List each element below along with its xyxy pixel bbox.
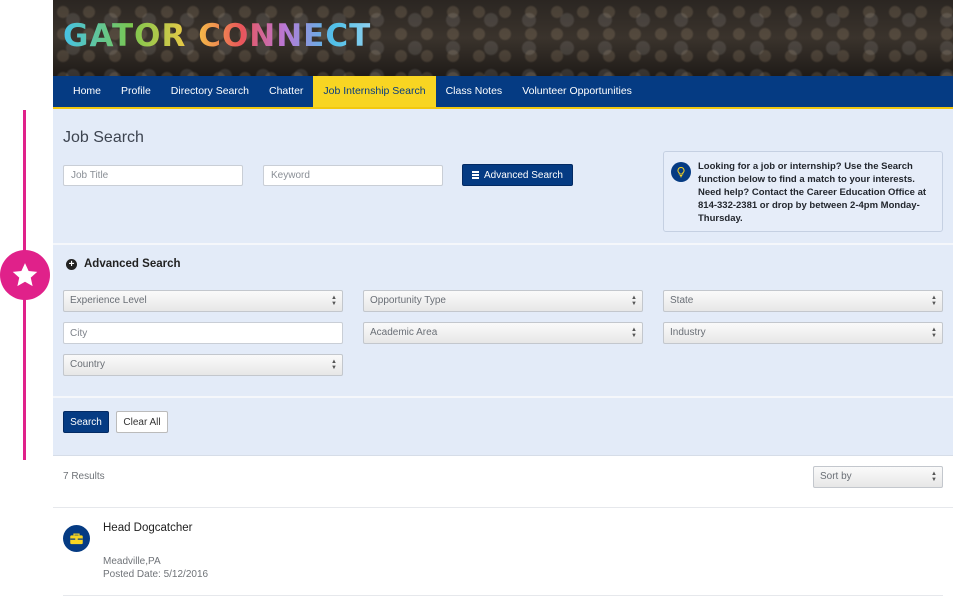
nav-item-directory-search[interactable]: Directory Search xyxy=(161,76,259,107)
app-container: GATOR CONNECT Home Profile Directory Sea… xyxy=(53,0,953,616)
industry-value: Industry xyxy=(670,327,706,338)
help-info-text: Looking for a job or internship? Use the… xyxy=(698,161,927,224)
select-arrows-icon: ▲ ▼ xyxy=(331,359,337,371)
academic-area-value: Academic Area xyxy=(370,327,438,338)
site-logo[interactable]: GATOR CONNECT xyxy=(63,18,371,54)
search-actions: Search Clear All xyxy=(53,398,953,456)
advanced-search-heading: Advanced Search xyxy=(84,258,181,270)
results-bar: 7 Results Sort by ▲ ▼ xyxy=(53,456,953,508)
advanced-search-button[interactable]: Advanced Search xyxy=(462,164,573,186)
job-location: Meadville,PA xyxy=(103,556,161,567)
plus-circle-icon: + xyxy=(66,258,77,270)
state-value: State xyxy=(670,295,694,306)
select-arrows-icon: ▲ ▼ xyxy=(931,295,937,307)
select-arrows-icon: ▲ ▼ xyxy=(931,471,937,483)
nav-item-home[interactable]: Home xyxy=(63,76,111,107)
opportunity-type-value: Opportunity Type xyxy=(370,295,446,306)
nav-item-job-internship-search[interactable]: Job Internship Search xyxy=(313,76,436,107)
select-arrows-icon: ▲ ▼ xyxy=(331,295,337,307)
site-banner: GATOR CONNECT xyxy=(53,0,953,76)
state-select[interactable]: State ▲ ▼ xyxy=(663,290,943,312)
search-button[interactable]: Search xyxy=(63,411,109,433)
experience-level-value: Experience Level xyxy=(70,295,147,306)
job-search-panel: Job Search Advanced Search Looking for a… xyxy=(53,109,953,245)
nav-item-chatter[interactable]: Chatter xyxy=(259,76,313,107)
star-icon xyxy=(0,250,50,300)
lightbulb-icon xyxy=(671,162,691,182)
advanced-search-button-label: Advanced Search xyxy=(484,169,563,181)
select-arrows-icon: ▲ ▼ xyxy=(631,295,637,307)
nav-item-class-notes[interactable]: Class Notes xyxy=(436,76,513,107)
page-title: Job Search xyxy=(63,129,144,146)
nav-item-profile[interactable]: Profile xyxy=(111,76,161,107)
advanced-search-toggle[interactable]: + Advanced Search xyxy=(66,258,181,270)
country-select[interactable]: Country ▲ ▼ xyxy=(63,354,343,376)
opportunity-type-select[interactable]: Opportunity Type ▲ ▼ xyxy=(363,290,643,312)
sort-by-value: Sort by xyxy=(820,471,852,482)
nav-item-volunteer-opportunities[interactable]: Volunteer Opportunities xyxy=(512,76,642,107)
experience-level-select[interactable]: Experience Level ▲ ▼ xyxy=(63,290,343,312)
keyword-input[interactable] xyxy=(263,165,443,186)
select-arrows-icon: ▲ ▼ xyxy=(931,327,937,339)
main-nav: Home Profile Directory Search Chatter Jo… xyxy=(53,76,953,109)
country-value: Country xyxy=(70,359,106,370)
city-input[interactable] xyxy=(63,322,343,344)
briefcase-icon xyxy=(63,525,90,552)
sort-by-select[interactable]: Sort by ▲ ▼ xyxy=(813,466,943,488)
industry-select[interactable]: Industry ▲ ▼ xyxy=(663,322,943,344)
menu-icon xyxy=(472,171,479,179)
job-title-link[interactable]: Head Dogcatcher xyxy=(103,522,193,534)
job-list-item[interactable]: Head Dogcatcher Meadville,PA Posted Date… xyxy=(63,508,943,596)
clear-all-button[interactable]: Clear All xyxy=(116,411,168,433)
help-info-box: Looking for a job or internship? Use the… xyxy=(663,151,943,232)
academic-area-select[interactable]: Academic Area ▲ ▼ xyxy=(363,322,643,344)
advanced-search-panel: + Advanced Search Experience Level ▲ ▼ Op… xyxy=(53,245,953,398)
job-title-input[interactable] xyxy=(63,165,243,186)
job-posted-date: Posted Date: 5/12/2016 xyxy=(103,569,209,580)
select-arrows-icon: ▲ ▼ xyxy=(631,327,637,339)
results-count: 7 Results xyxy=(63,471,105,482)
